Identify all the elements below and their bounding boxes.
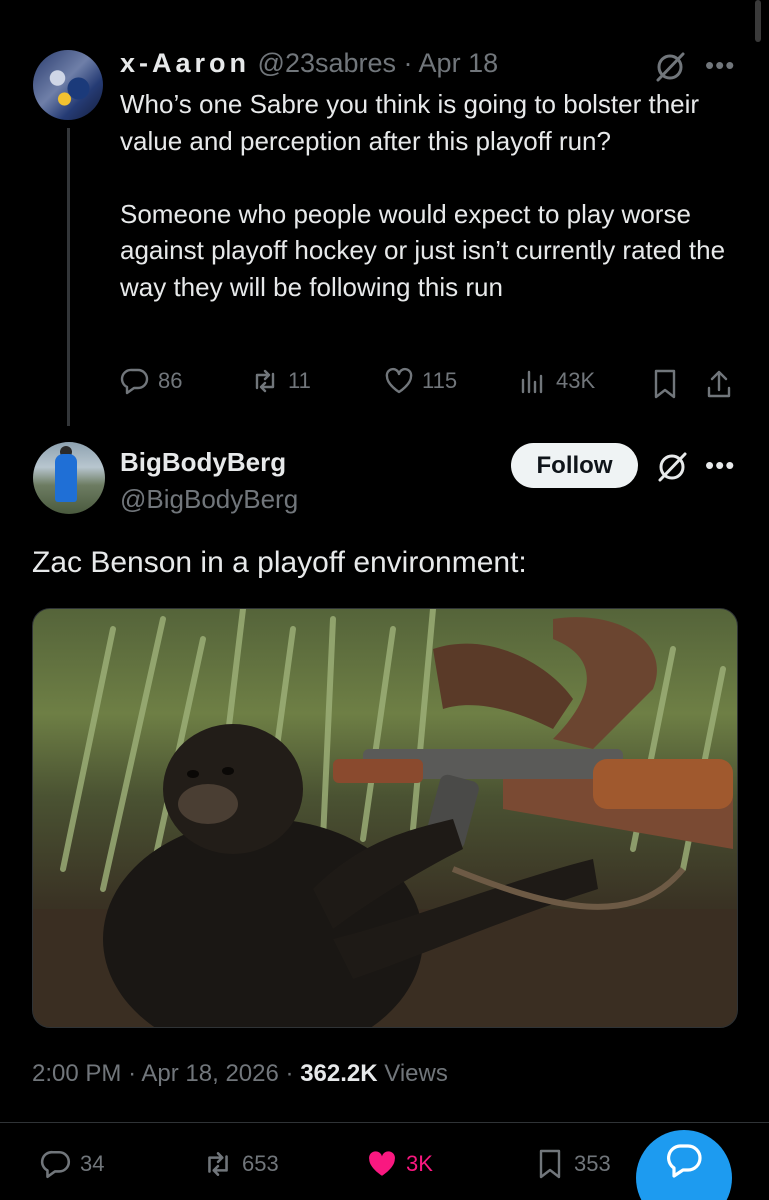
parent-reply-count: 86 bbox=[158, 368, 183, 393]
repost-icon bbox=[208, 1152, 228, 1176]
divider bbox=[0, 1122, 769, 1123]
parent-display-name[interactable]: x-Aaron bbox=[120, 48, 250, 78]
thread-connector bbox=[67, 128, 70, 426]
scrollbar[interactable] bbox=[755, 0, 761, 42]
heart-icon bbox=[369, 1151, 395, 1176]
main-like-button[interactable]: 3K bbox=[366, 1148, 433, 1180]
main-reply-count: 34 bbox=[80, 1151, 105, 1176]
repost-icon bbox=[255, 369, 275, 393]
main-repost-button[interactable]: 653 bbox=[202, 1148, 279, 1180]
tweet-time[interactable]: 2:00 PM bbox=[32, 1060, 121, 1087]
reply-icon bbox=[120, 368, 149, 395]
tweet-date[interactable]: Apr 18, 2026 bbox=[141, 1060, 278, 1087]
parent-handle[interactable]: @23sabres bbox=[258, 48, 396, 78]
video-thumbnail bbox=[33, 609, 737, 1027]
main-tweet-text: Zac Benson in a playoff environment: bbox=[32, 546, 527, 579]
main-like-count: 3K bbox=[406, 1151, 433, 1176]
reply-icon bbox=[40, 1150, 71, 1179]
more-icon[interactable]: ••• bbox=[705, 452, 735, 478]
parent-repost-button[interactable]: 11 bbox=[250, 366, 311, 396]
main-handle[interactable]: @BigBodyBerg bbox=[120, 484, 298, 515]
tweet-timestamp: 2:00 PM · Apr 18, 2026 · 362.2K Views bbox=[32, 1060, 448, 1087]
parent-reply-button[interactable]: 86 bbox=[120, 366, 182, 396]
parent-views-count: 43K bbox=[556, 368, 596, 393]
compose-reply-button[interactable] bbox=[636, 1130, 732, 1200]
parent-like-count: 115 bbox=[422, 368, 458, 393]
share-icon[interactable] bbox=[704, 368, 734, 400]
parent-tweet-header: x-Aaron @23sabres · Apr 18 bbox=[120, 48, 498, 79]
main-bookmark-button[interactable]: 353 bbox=[534, 1148, 611, 1180]
main-action-bar: 34 653 3K 353 bbox=[40, 1148, 640, 1188]
parent-separator: · bbox=[403, 48, 413, 78]
avatar-bigbodyberg[interactable] bbox=[33, 442, 105, 514]
bookmark-icon bbox=[539, 1149, 561, 1179]
parent-like-button[interactable]: 115 bbox=[384, 366, 457, 396]
follow-button[interactable]: Follow bbox=[511, 443, 638, 488]
main-repost-count: 653 bbox=[242, 1151, 279, 1176]
tweet-media-video[interactable] bbox=[32, 608, 738, 1028]
tweet-views-label: Views bbox=[384, 1060, 448, 1087]
grok-icon[interactable] bbox=[653, 50, 687, 84]
main-display-name[interactable]: BigBodyBerg bbox=[120, 447, 286, 478]
parent-repost-count: 11 bbox=[288, 368, 311, 393]
parent-action-bar: 86 11 115 43K bbox=[120, 366, 740, 402]
main-bookmark-count: 353 bbox=[574, 1151, 611, 1176]
parent-tweet-text: Who’s one Sabre you think is going to bo… bbox=[120, 89, 726, 302]
main-reply-button[interactable]: 34 bbox=[40, 1148, 104, 1180]
views-icon bbox=[521, 370, 543, 394]
more-icon[interactable]: ••• bbox=[705, 52, 735, 78]
heart-icon bbox=[385, 367, 413, 394]
grok-icon[interactable] bbox=[655, 450, 689, 484]
compose-reply-icon bbox=[667, 1144, 702, 1178]
bookmark-icon[interactable] bbox=[650, 368, 680, 400]
tweet-views-count: 362.2K bbox=[300, 1060, 378, 1087]
parent-views-button[interactable]: 43K bbox=[518, 366, 595, 396]
parent-date[interactable]: Apr 18 bbox=[419, 48, 499, 78]
avatar-x-aaron[interactable] bbox=[33, 50, 103, 120]
